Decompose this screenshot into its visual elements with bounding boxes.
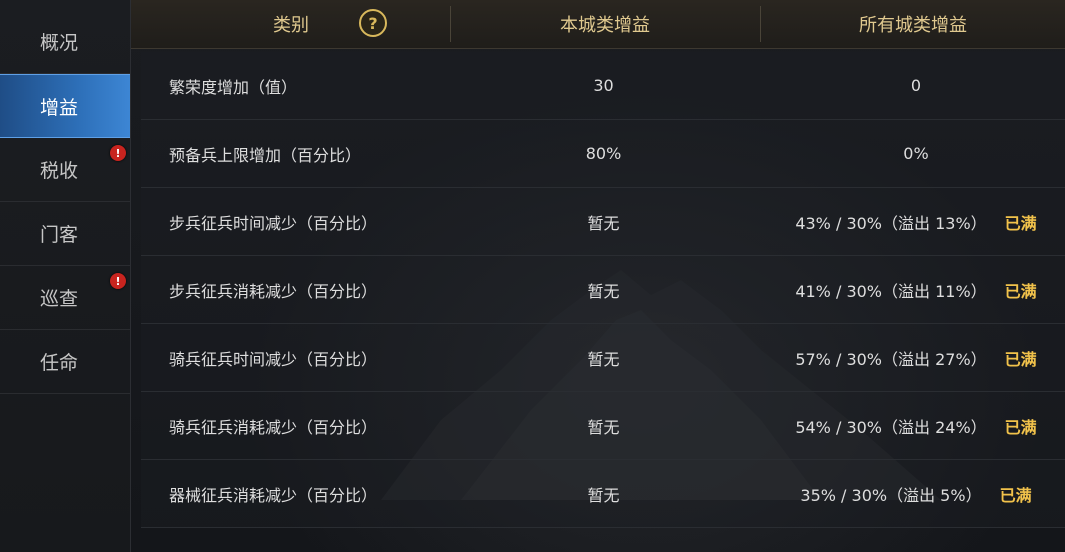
sidebar-item-label: 税收 — [40, 160, 79, 182]
row-category: 步兵征兵时间减少（百分比） — [169, 213, 378, 233]
sidebar-item-overview[interactable]: 概况 — [0, 10, 130, 74]
table-row: 骑兵征兵时间减少（百分比） 暂无 57% / 30%（溢出 27%） 已满 — [141, 324, 1065, 392]
row-all-cities-value: 57% / 30%（溢出 27%） — [795, 349, 987, 369]
full-badge: 已满 — [999, 485, 1032, 505]
row-this-city-value: 30 — [593, 76, 614, 95]
full-badge: 已满 — [1004, 213, 1037, 233]
sidebar: 概况 增益 税收 ! 门客 巡查 ! 任命 — [0, 0, 131, 552]
sidebar-item-buffs[interactable]: 增益 — [0, 74, 130, 138]
row-this-city-value: 暂无 — [587, 417, 620, 437]
row-all-cities-value: 43% / 30%（溢出 13%） — [795, 213, 987, 233]
row-all-cities-cell: 54% / 30%（溢出 24%） 已满 — [751, 392, 1065, 459]
buff-panel: 类别 ? 本城类增益 所有城类增益 繁荣度增加（值） 30 0 预备兵上限增加（… — [131, 0, 1065, 552]
table-header: 类别 ? 本城类增益 所有城类增益 — [131, 0, 1065, 49]
row-all-cities-value: 41% / 30%（溢出 11%） — [795, 281, 987, 301]
table-row: 繁荣度增加（值） 30 0 — [141, 52, 1065, 120]
row-all-cities-cell: 0% — [751, 120, 1065, 187]
full-badge: 已满 — [1004, 281, 1037, 301]
header-category: 类别 — [273, 15, 309, 36]
header-this-city: 本城类增益 — [560, 15, 650, 36]
row-all-cities-value: 35% / 30%（溢出 5%） — [800, 485, 982, 505]
row-all-cities-value: 0% — [903, 144, 929, 163]
table-row: 预备兵上限增加（百分比） 80% 0% — [141, 120, 1065, 188]
sidebar-item-label: 门客 — [40, 224, 79, 246]
table-row: 步兵征兵时间减少（百分比） 暂无 43% / 30%（溢出 13%） 已满 — [141, 188, 1065, 256]
row-category: 繁荣度增加（值） — [169, 77, 298, 97]
full-badge: 已满 — [1004, 417, 1037, 437]
row-all-cities-cell: 43% / 30%（溢出 13%） 已满 — [751, 188, 1065, 255]
row-this-city-value: 暂无 — [587, 349, 620, 369]
table-row: 步兵征兵消耗减少（百分比） 暂无 41% / 30%（溢出 11%） 已满 — [141, 256, 1065, 324]
sidebar-item-patrol[interactable]: 巡查 ! — [0, 266, 130, 330]
sidebar-item-label: 概况 — [40, 32, 79, 54]
row-category: 骑兵征兵消耗减少（百分比） — [169, 417, 378, 437]
row-all-cities-cell: 35% / 30%（溢出 5%） 已满 — [751, 460, 1065, 527]
sidebar-item-label: 增益 — [40, 96, 79, 119]
sidebar-item-appoint[interactable]: 任命 — [0, 330, 130, 394]
table-row: 器械征兵消耗减少（百分比） 暂无 35% / 30%（溢出 5%） 已满 — [141, 460, 1065, 528]
row-category: 预备兵上限增加（百分比） — [169, 145, 362, 165]
row-this-city-value: 暂无 — [587, 281, 620, 301]
sidebar-item-retainers[interactable]: 门客 — [0, 202, 130, 266]
alert-badge-icon: ! — [110, 273, 126, 289]
row-all-cities-cell: 57% / 30%（溢出 27%） 已满 — [751, 324, 1065, 391]
screen: 概况 增益 税收 ! 门客 巡查 ! 任命 类别 ? 本城类增益 所有城类增益 … — [0, 0, 1065, 552]
sidebar-item-tax[interactable]: 税收 ! — [0, 138, 130, 202]
full-badge: 已满 — [1004, 349, 1037, 369]
row-all-cities-value: 0 — [910, 76, 922, 95]
row-all-cities-cell: 0 — [751, 52, 1065, 119]
help-icon[interactable]: ? — [359, 9, 387, 37]
sidebar-item-label: 巡查 — [40, 288, 79, 310]
row-all-cities-cell: 41% / 30%（溢出 11%） 已满 — [751, 256, 1065, 323]
alert-badge-icon: ! — [110, 145, 126, 161]
row-category: 器械征兵消耗减少（百分比） — [169, 485, 378, 505]
row-category: 步兵征兵消耗减少（百分比） — [169, 281, 378, 301]
row-this-city-value: 暂无 — [587, 213, 620, 233]
table-row: 骑兵征兵消耗减少（百分比） 暂无 54% / 30%（溢出 24%） 已满 — [141, 392, 1065, 460]
row-all-cities-value: 54% / 30%（溢出 24%） — [795, 417, 987, 437]
row-this-city-value: 80% — [585, 144, 622, 163]
header-all-cities: 所有城类增益 — [859, 15, 967, 36]
sidebar-item-label: 任命 — [40, 352, 79, 374]
row-category: 骑兵征兵时间减少（百分比） — [169, 349, 378, 369]
row-this-city-value: 暂无 — [587, 485, 620, 505]
